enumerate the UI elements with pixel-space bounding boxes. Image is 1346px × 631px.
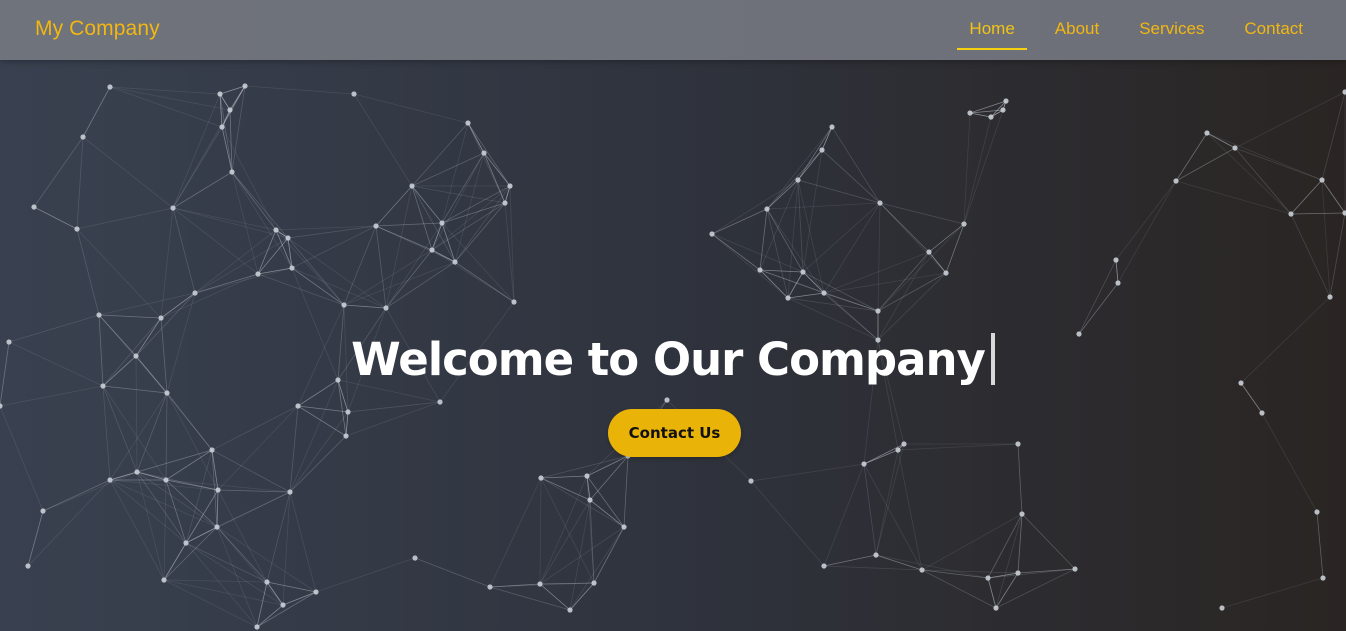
brand-logo-text[interactable]: My Company [35,17,160,41]
nav-home-link[interactable]: Home [957,19,1028,50]
hero-title-text: Welcome to Our Company [351,333,986,386]
contact-us-button[interactable]: Contact Us [608,409,741,457]
nav-services-link[interactable]: Services [1139,19,1204,41]
hero-section: Welcome to Our Company Contact Us [0,60,1346,631]
main-nav: Home About Services Contact [957,0,1346,60]
nav-contact-link[interactable]: Contact [1244,19,1303,41]
nav-about-link[interactable]: About [1055,19,1099,41]
site-header: My Company Home About Services Contact [0,0,1346,60]
typing-cursor [990,333,995,385]
hero-title: Welcome to Our Company [0,332,1346,388]
